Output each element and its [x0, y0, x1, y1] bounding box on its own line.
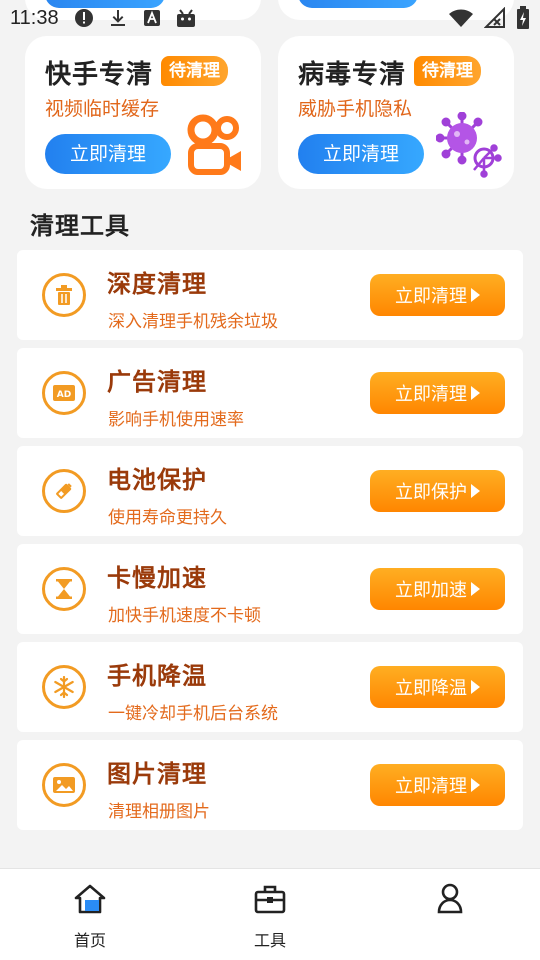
tool-row-cool-down[interactable]: 手机降温 一键冷却手机后台系统 立即降温	[17, 642, 523, 732]
nav-tools-label: 工具	[253, 931, 286, 950]
play-arrow-icon	[471, 484, 480, 498]
tool-subtitle: 清理相册图片	[108, 802, 210, 822]
tool-action-label: 立即清理	[395, 776, 467, 797]
play-arrow-icon	[471, 386, 480, 400]
tool-action-label: 立即清理	[395, 286, 467, 307]
tool-title: 图片清理	[107, 760, 207, 788]
nav-home[interactable]: 首页	[50, 879, 130, 951]
svg-text:AD: AD	[57, 390, 71, 400]
android-icon	[175, 7, 197, 29]
status-bar: 11:38	[0, 0, 540, 36]
bottom-nav: 首页 工具	[0, 868, 540, 960]
tool-row-image-clean[interactable]: 图片清理 清理相册图片 立即清理	[17, 740, 523, 830]
play-arrow-icon	[471, 288, 480, 302]
play-arrow-icon	[471, 680, 480, 694]
card-subtitle: 威胁手机隐私	[298, 98, 413, 120]
battery-icon	[42, 469, 86, 513]
tool-subtitle: 一键冷却手机后台系统	[108, 704, 278, 724]
tool-action-label: 立即清理	[395, 384, 467, 405]
tool-title: 深度清理	[107, 270, 207, 298]
nav-home-label: 首页	[73, 931, 106, 950]
tool-row-battery-protect[interactable]: 电池保护 使用寿命更持久 立即保护	[17, 446, 523, 536]
tool-title: 电池保护	[107, 466, 207, 494]
pending-badge: 待清理	[414, 56, 481, 86]
tool-subtitle: 深入清理手机残余垃圾	[108, 312, 278, 332]
virus-icon	[435, 111, 502, 182]
tool-action-button[interactable]: 立即保护	[370, 470, 505, 512]
hourglass-icon	[42, 567, 86, 611]
card-title: 快手专清	[45, 60, 154, 90]
nav-tools[interactable]: 工具	[230, 879, 310, 951]
trash-icon	[42, 273, 86, 317]
status-time: 11:38	[10, 6, 59, 29]
tool-title: 广告清理	[107, 368, 207, 396]
tool-row-speed-up[interactable]: 卡慢加速 加快手机速度不卡顿 立即加速	[17, 544, 523, 634]
tool-subtitle: 使用寿命更持久	[108, 508, 227, 528]
wifi-icon	[448, 7, 474, 34]
toolbox-icon	[230, 879, 310, 919]
tool-action-button[interactable]: 立即清理	[370, 372, 505, 414]
tool-subtitle: 加快手机速度不卡顿	[108, 606, 261, 626]
download-icon	[107, 7, 129, 29]
tool-action-label: 立即保护	[395, 482, 467, 503]
virus-clean-card[interactable]: 病毒专清 待清理 威胁手机隐私 立即清理	[278, 36, 514, 189]
card-title: 病毒专清	[298, 60, 407, 90]
nav-profile[interactable]	[410, 879, 490, 927]
alert-icon	[73, 7, 95, 29]
tool-row-deep-clean[interactable]: 深度清理 深入清理手机残余垃圾 立即清理	[17, 250, 523, 340]
kuaishou-clean-card[interactable]: 快手专清 待清理 视频临时缓存 立即清理	[25, 36, 261, 189]
tool-action-button[interactable]: 立即加速	[370, 568, 505, 610]
tool-action-button[interactable]: 立即清理	[370, 764, 505, 806]
play-arrow-icon	[471, 582, 480, 596]
battery-charging-icon	[516, 6, 530, 35]
no-signal-icon	[483, 6, 506, 34]
kuaishou-camera-icon	[185, 114, 247, 180]
tool-row-ad-clean[interactable]: AD 广告清理 影响手机使用速率 立即清理	[17, 348, 523, 438]
tool-action-button[interactable]: 立即降温	[370, 666, 505, 708]
tool-action-label: 立即加速	[395, 580, 467, 601]
pending-badge: 待清理	[161, 56, 228, 86]
snowflake-icon	[42, 665, 86, 709]
tool-title: 手机降温	[107, 662, 207, 690]
play-arrow-icon	[471, 778, 480, 792]
image-icon	[42, 763, 86, 807]
tool-subtitle: 影响手机使用速率	[108, 410, 244, 430]
card-subtitle: 视频临时缓存	[45, 98, 160, 120]
tool-action-button[interactable]: 立即清理	[370, 274, 505, 316]
tool-title: 卡慢加速	[107, 564, 207, 592]
clean-now-button[interactable]: 立即清理	[45, 134, 171, 174]
home-icon	[50, 879, 130, 919]
profile-icon	[410, 879, 490, 919]
tool-action-label: 立即降温	[395, 678, 467, 699]
section-title-tools: 清理工具	[30, 212, 130, 240]
font-icon	[141, 7, 163, 29]
ad-icon: AD	[42, 371, 86, 415]
clean-now-button[interactable]: 立即清理	[298, 134, 424, 174]
